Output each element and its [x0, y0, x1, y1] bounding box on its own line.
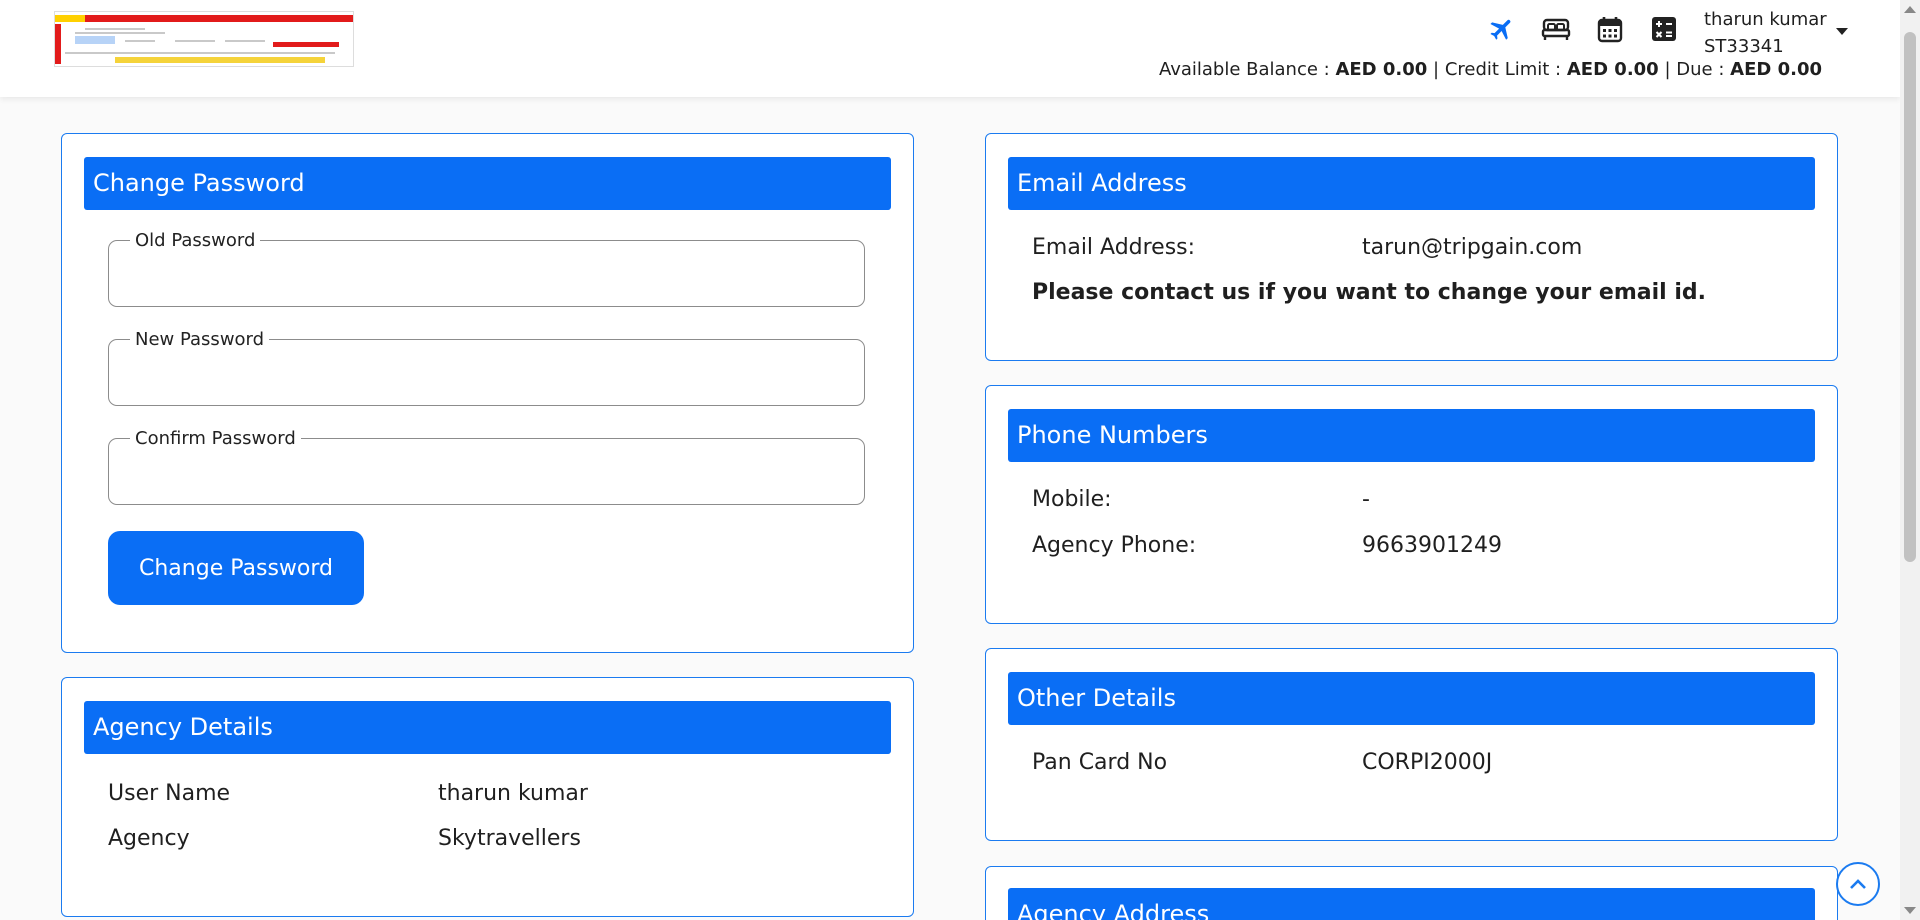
scrollbar-thumb[interactable] — [1904, 32, 1916, 562]
scroll-to-top-button[interactable] — [1836, 862, 1880, 906]
logo-line — [65, 52, 335, 54]
logo-line — [225, 40, 265, 42]
due-label: Due : — [1676, 59, 1725, 80]
phone-numbers-title: Phone Numbers — [1008, 409, 1815, 462]
mobile-value: - — [1362, 487, 1370, 512]
balance-summary: Available Balance : AED 0.00 | Credit Li… — [1159, 59, 1822, 80]
logo-line — [75, 32, 165, 34]
agency-address-title: Agency Address — [1008, 888, 1815, 920]
balance-value: AED 0.00 — [1335, 59, 1428, 80]
scroll-down-arrow-icon[interactable] — [1904, 907, 1916, 914]
company-logo[interactable] — [54, 11, 354, 67]
other-details-card: Other Details Pan Card No CORPI2000J — [985, 648, 1838, 841]
change-password-title: Change Password — [84, 157, 891, 210]
agency-details-card: Agency Details User Name tharun kumar Ag… — [61, 677, 914, 917]
separator: | — [1433, 59, 1440, 80]
new-password-field[interactable]: New Password — [108, 329, 865, 406]
top-header: tharun kumar ST33341 Available Balance :… — [0, 0, 1900, 97]
email-address-label: Email Address: — [1032, 235, 1196, 260]
pan-card-label: Pan Card No — [1032, 750, 1168, 775]
email-address-title: Email Address — [1008, 157, 1815, 210]
pan-card-value: CORPI2000J — [1362, 750, 1493, 775]
chevron-up-icon — [1850, 879, 1866, 889]
agency-details-title: Agency Details — [84, 701, 891, 754]
separator: | — [1664, 59, 1671, 80]
credit-limit-label: Credit Limit : — [1444, 59, 1562, 80]
logo-red-edge — [55, 24, 61, 64]
confirm-password-field[interactable]: Confirm Password — [108, 428, 865, 505]
user-name-label: User Name — [108, 781, 231, 806]
confirm-password-label: Confirm Password — [135, 428, 296, 449]
due-value: AED 0.00 — [1730, 59, 1822, 80]
user-menu[interactable]: tharun kumar ST33341 — [1704, 6, 1848, 60]
logo-line — [125, 40, 155, 42]
phone-numbers-card: Phone Numbers Mobile: - Agency Phone: 96… — [985, 385, 1838, 624]
agency-value: Skytravellers — [438, 826, 581, 851]
email-address-card: Email Address Email Address: tarun@tripg… — [985, 133, 1838, 361]
user-id: ST33341 — [1704, 36, 1784, 57]
logo-red-strip — [273, 42, 339, 47]
calculator-icon[interactable] — [1649, 14, 1679, 44]
mobile-label: Mobile: — [1032, 487, 1112, 512]
user-name: tharun kumar — [1704, 9, 1827, 30]
old-password-field[interactable]: Old Password — [108, 230, 865, 307]
agency-phone-value: 9663901249 — [1362, 533, 1502, 558]
logo-yellow-strip — [115, 57, 325, 63]
balance-label: Available Balance : — [1158, 59, 1330, 80]
flight-icon[interactable] — [1487, 14, 1517, 44]
old-password-input[interactable] — [129, 251, 844, 289]
user-name-value: tharun kumar — [438, 781, 588, 806]
old-password-label: Old Password — [135, 230, 256, 251]
chevron-down-icon[interactable] — [1836, 28, 1848, 35]
agency-phone-label: Agency Phone: — [1032, 533, 1197, 558]
logo-red-bar — [55, 15, 353, 22]
logo-blue-block — [75, 36, 115, 44]
new-password-input[interactable] — [129, 350, 844, 388]
confirm-password-input[interactable] — [129, 449, 844, 487]
agency-label: Agency — [108, 826, 190, 851]
other-details-title: Other Details — [1008, 672, 1815, 725]
scroll-up-arrow-icon[interactable] — [1904, 6, 1916, 13]
logo-yellow-mark — [55, 15, 85, 22]
email-address-value: tarun@tripgain.com — [1362, 235, 1583, 260]
new-password-label: New Password — [135, 329, 265, 350]
credit-limit-value: AED 0.00 — [1566, 59, 1659, 80]
change-password-button[interactable]: Change Password — [108, 531, 364, 605]
logo-line — [175, 40, 215, 42]
change-password-card: Change Password Old Password New Passwor… — [61, 133, 914, 653]
page-scrollbar[interactable] — [1900, 0, 1920, 920]
header-icon-bar — [1487, 14, 1679, 44]
logo-line — [85, 28, 145, 30]
hotel-bed-icon[interactable] — [1541, 14, 1571, 44]
email-change-note: Please contact us if you want to change … — [1032, 280, 1707, 305]
calendar-icon[interactable] — [1595, 14, 1625, 44]
agency-address-card: Agency Address — [985, 866, 1838, 920]
